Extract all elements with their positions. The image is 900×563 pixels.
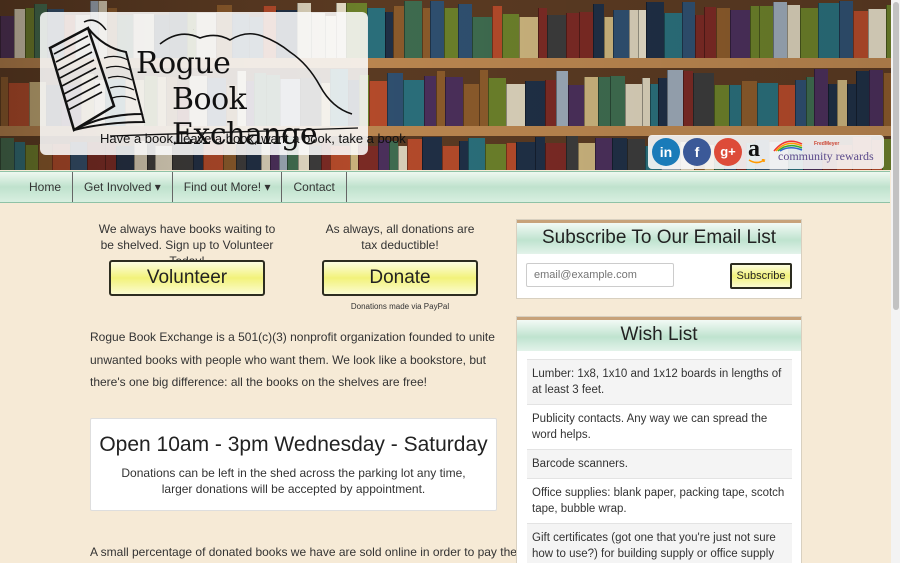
subscribe-button[interactable]: Subscribe — [730, 263, 792, 289]
email-input[interactable] — [526, 263, 674, 287]
wish-list-item: Lumber: 1x8, 1x10 and 1x12 boards in len… — [527, 359, 792, 404]
wish-list: Lumber: 1x8, 1x10 and 1x12 boards in len… — [527, 359, 792, 563]
email-signup-title: Subscribe To Our Email List — [517, 220, 801, 254]
hours-title: Open 10am - 3pm Wednesday - Saturday — [99, 433, 488, 456]
wish-list-item: Office supplies: blank paper, packing ta… — [527, 478, 792, 523]
amazon-smile-icon — [748, 159, 766, 164]
page-scrollbar[interactable] — [891, 0, 900, 563]
header-banner: Rogue Book Exchange Have a book, leave a… — [0, 0, 900, 170]
googleplus-icon[interactable]: g+ — [714, 138, 742, 166]
nav-find-out-more-dropdown[interactable]: Find out More! ▾ — [173, 172, 283, 202]
site-tagline: Have a book, leave a book, want a book, … — [100, 131, 406, 146]
wish-list-item: Publicity contacts. Any way we can sprea… — [527, 404, 792, 449]
nav-home[interactable]: Home — [0, 172, 74, 202]
volunteer-button[interactable]: Volunteer — [109, 260, 265, 296]
site-logo[interactable]: Rogue Book Exchange Have a book, leave a… — [40, 12, 406, 155]
donate-callout: As always, all donations are tax deducti… — [325, 222, 475, 252]
community-rewards-link[interactable]: community rewards — [778, 149, 874, 164]
linkedin-icon[interactable]: in — [652, 138, 680, 166]
scrollbar-thumb[interactable] — [893, 2, 899, 310]
nav-get-involved-dropdown[interactable]: Get Involved ▾ — [73, 172, 173, 202]
paypal-note: Donations made via PayPal — [350, 302, 450, 311]
logo-title-rogue: Rogue — [136, 46, 231, 81]
donation-dropoff-note: Donations can be left in the shed across… — [121, 466, 466, 496]
nav-contact[interactable]: Contact — [282, 172, 347, 202]
online-sales-paragraph: A small percentage of donated books we h… — [90, 545, 545, 559]
donate-button[interactable]: Donate — [322, 260, 478, 296]
main-navbar: Home Get Involved ▾ Find out More! ▾ Con… — [0, 171, 890, 203]
wish-list-panel: Wish List Lumber: 1x8, 1x10 and 1x12 boa… — [516, 316, 802, 563]
email-signup-panel: Subscribe To Our Email List Subscribe — [516, 219, 802, 299]
fredmeyer-label: FredMeyer — [814, 141, 840, 147]
social-links: in f g+ a FredMeyer community rewards — [648, 135, 884, 169]
intro-paragraph: Rogue Book Exchange is a 501(c)(3) nonpr… — [90, 330, 495, 389]
wish-list-item: Gift certificates (got one that you're j… — [527, 523, 792, 563]
wish-list-title: Wish List — [517, 317, 801, 351]
hours-panel: Open 10am - 3pm Wednesday - Saturday Don… — [90, 418, 497, 511]
facebook-icon[interactable]: f — [683, 138, 711, 166]
wish-list-item: Barcode scanners. — [527, 449, 792, 478]
